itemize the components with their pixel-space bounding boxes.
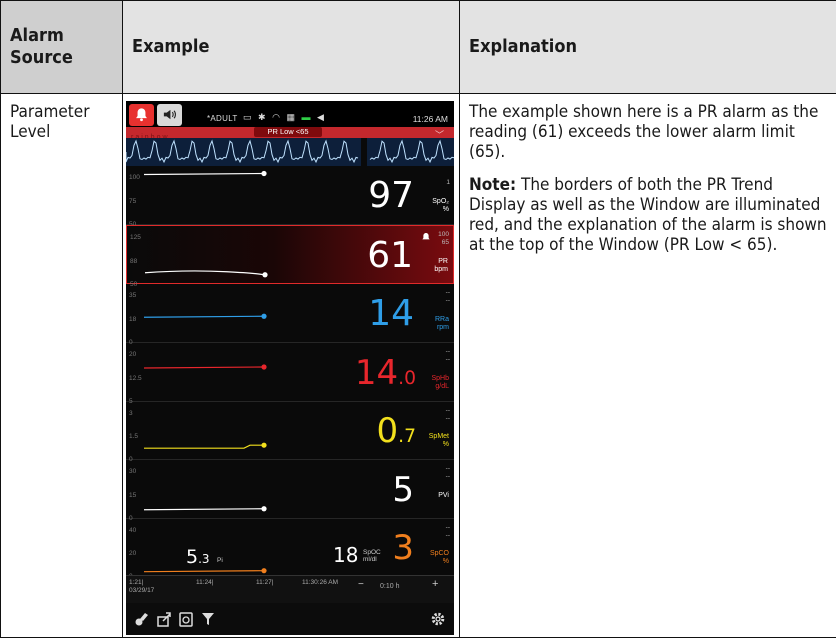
rra-value[interactable]: 14 [368,296,414,332]
alarm-source-cell: Parameter Level [0,93,123,638]
pvi-label: PVi [438,492,449,499]
spco-label: SpCO% [429,550,449,565]
status-icons: ▭ ✱ ◠ ▦ ▬ ◀ [243,107,326,127]
alarm-bell-button[interactable] [129,104,154,126]
trend-timeline[interactable]: 1:21| 03/29/17 11:24| 11:27| 11:30:26 AM… [126,575,454,603]
audio-button[interactable] [157,104,182,126]
bell-icon [136,108,147,122]
trend-line-spo2 [143,170,267,177]
zoom-level: 0:10 h [380,583,400,590]
header-example: Example [122,0,460,94]
spoc-label: SpOC ml/dl [363,549,381,563]
spmet-value[interactable]: 0.7 [377,414,416,448]
param-row-sphb[interactable]: 20 12.5 5 14.0 -- -- SpHb g/dL [126,343,454,405]
gear-icon[interactable] [430,611,446,627]
history-icon[interactable] [178,611,194,627]
pi-label: Pi [217,557,223,564]
trend-endpoint [261,313,267,319]
battery-icon: ▭ [243,112,254,122]
alarm-message: PR Low <65 [254,127,322,137]
note-label: Note: [469,175,517,195]
trend-line-rra [143,313,267,319]
trend-endpoint [261,568,267,574]
trend-endpoint [261,170,267,177]
time-mark-2: 11:27| [256,579,274,586]
pleth-waveform [126,138,454,166]
header-alarm-source: Alarm Source [0,0,123,94]
sphb-value[interactable]: 14.0 [355,356,416,390]
alarm-limits: -- -- [445,348,450,363]
spo2-value[interactable]: 97 [368,178,414,214]
alarm-limits: -- -- [445,407,450,422]
table-header-row: Alarm Source Example Explanation [0,0,836,94]
table-row: Parameter Level *ADULT ▭ ✱ ◠ ▦ ▬ ◀ 11:26… [0,93,836,638]
pvi-value[interactable]: 5 [392,473,414,507]
sensor-icon[interactable] [134,611,150,627]
param-row-spo2[interactable]: 1007550971SpO₂% [126,166,454,228]
note-paragraph: Note: The borders of both the PR Trend D… [469,175,827,255]
trend-line-pvi [143,506,267,512]
param-row-spco[interactable]: 402003----SpCO% [126,519,454,580]
alarm-table: Alarm Source Example Explanation Paramet… [0,0,836,638]
sphb-label: SpHb g/dL [431,375,449,390]
trend-endpoint [261,442,267,448]
param-row-spmet[interactable]: 3 1.5 0 0.7 -- -- SpMet% [126,402,454,463]
alarm-limits: 1 [446,179,450,186]
spoc-value[interactable]: 18 [333,545,358,565]
speaker-icon [163,109,176,120]
network-icon: ▦ [286,112,297,122]
trend-line-spmet [144,442,267,449]
trend-line-sphb [143,364,267,370]
spco-value[interactable]: 3 [392,531,414,565]
patient-mode-label: *ADULT [207,114,238,123]
spmet-label: SpMet% [428,433,449,448]
note-text: The borders of both the PR Trend Display… [469,175,827,255]
volume-icon: ◀ [317,112,326,122]
alarm-limits: -- -- [445,465,450,480]
header-explanation: Explanation [459,0,836,94]
wifi-icon: ◠ [272,112,282,122]
status-bar: *ADULT ▭ ✱ ◠ ▦ ▬ ◀ 11:26 AM [126,101,454,127]
explanation-cell: The example shown here is a PR alarm as … [459,93,836,638]
alarm-limits: -- -- [445,289,450,304]
alarm-limits: 100 65 [438,231,449,246]
example-cell: *ADULT ▭ ✱ ◠ ▦ ▬ ◀ 11:26 AM rainbow PR L… [122,93,460,638]
battery-level-icon: ▬ [301,112,313,122]
time-current: 11:30:26 AM [302,579,339,586]
trend-endpoint [261,506,267,512]
time-start: 1:21| [129,579,144,586]
trend-line-pr [144,270,268,278]
time-mark-1: 11:24| [196,579,214,586]
alarm-limits: -- -- [445,524,450,539]
param-row-pr[interactable]: 125 88 50 61 100 65 PR bpm [126,225,454,288]
spo2-label: SpO₂% [432,198,449,213]
time-date: 03/29/17 [129,587,155,594]
pr-label: PR bpm [434,258,448,273]
share-icon[interactable] [156,611,172,627]
filter-icon[interactable] [200,611,216,627]
pr-value[interactable]: 61 [367,238,413,274]
bottom-toolbar [126,603,454,635]
trend-endpoint [262,272,268,278]
alarm-banner[interactable]: rainbow PR Low <65 ﹀ [126,127,454,141]
bluetooth-icon: ✱ [258,112,268,122]
alarm-bell-icon [421,230,431,250]
pi-value[interactable]: 5.3 [186,547,210,569]
zoom-in-button[interactable]: + [432,579,438,590]
monitor-screenshot: *ADULT ▭ ✱ ◠ ▦ ▬ ◀ 11:26 AM rainbow PR L… [126,101,454,635]
trend-endpoint [261,364,267,370]
param-row-rra[interactable]: 35 18 0 14 -- -- RRa rpm [126,284,454,346]
explanation-text: The example shown here is a PR alarm as … [469,102,819,162]
zoom-out-button[interactable]: − [358,580,364,590]
rra-label: RRa rpm [434,316,449,331]
param-row-pvi[interactable]: 30 15 0 5 -- -- PVi [126,460,454,522]
